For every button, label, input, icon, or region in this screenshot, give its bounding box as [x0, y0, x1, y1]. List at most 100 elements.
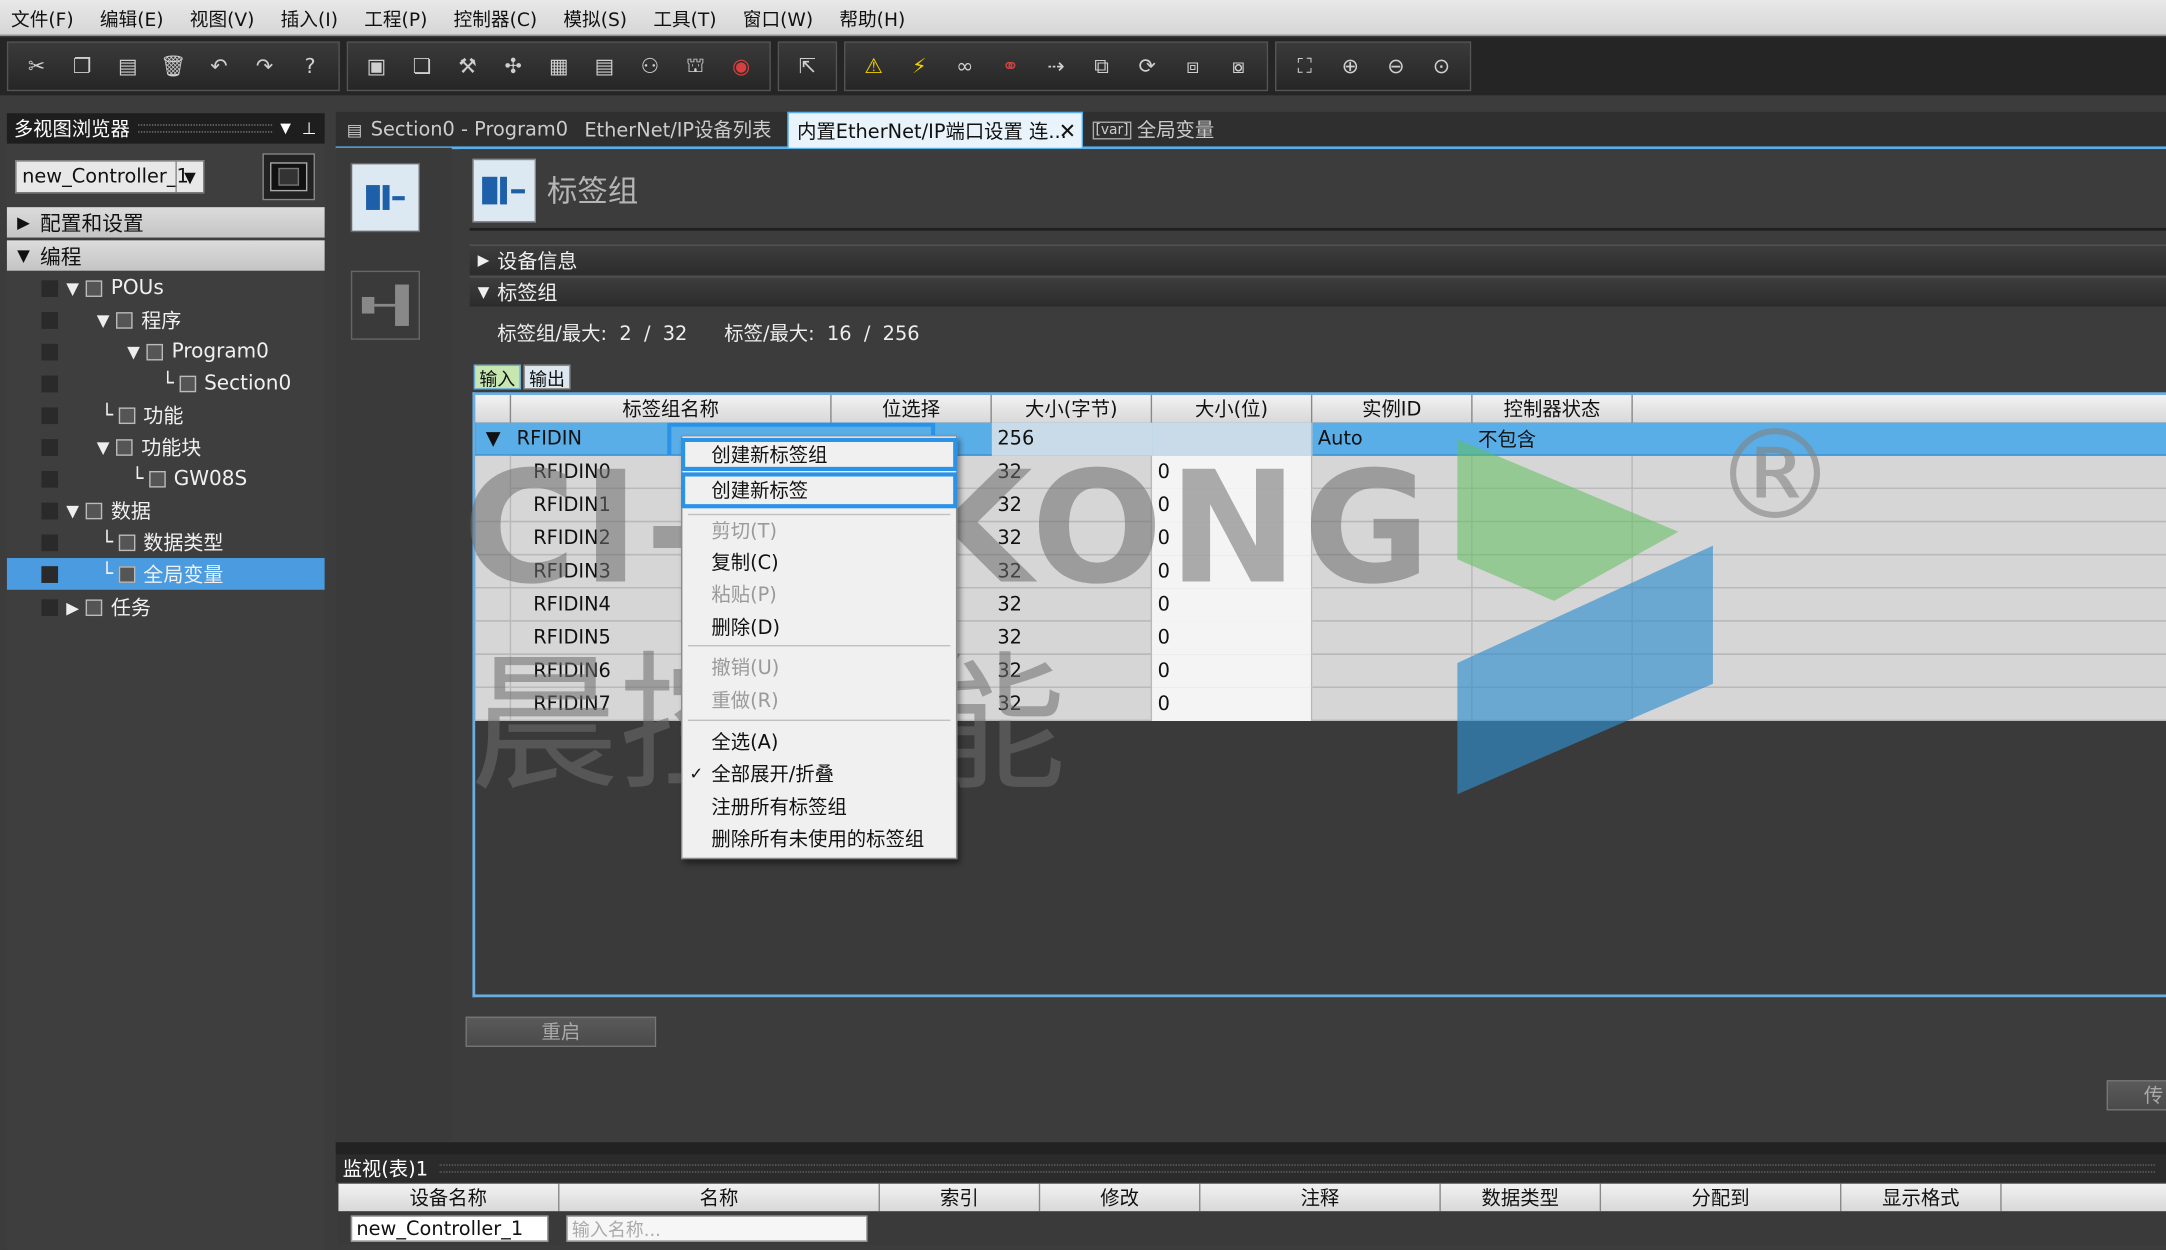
- header-size-bytes[interactable]: 大小(字节): [992, 395, 1153, 423]
- tag-bytes-cell[interactable]: 32: [992, 555, 1153, 589]
- menu-file[interactable]: 文件(F): [11, 3, 74, 31]
- tree-item-programs[interactable]: ▼ 程序: [7, 304, 325, 336]
- transfer-button[interactable]: 传: [2106, 1080, 2166, 1111]
- connection-view-icon[interactable]: [350, 270, 420, 340]
- undo-icon[interactable]: ↶: [200, 48, 237, 85]
- menu-window[interactable]: 窗口(W): [743, 3, 813, 31]
- menu-copy[interactable]: 复制(C): [682, 546, 956, 578]
- header-instance-id[interactable]: 实例ID: [1312, 395, 1473, 423]
- collapse-icon[interactable]: ▼: [66, 278, 79, 297]
- tab-section0[interactable]: ▤ Section0 - Program0: [338, 112, 573, 148]
- tab-output[interactable]: 输出: [523, 364, 571, 390]
- tag-bytes-cell[interactable]: 32: [992, 522, 1153, 556]
- collapse-icon[interactable]: ▼: [7, 246, 40, 265]
- menu-tools[interactable]: 工具(T): [653, 3, 716, 31]
- watch-header-assigned[interactable]: 分配到: [1601, 1183, 1842, 1212]
- controller-select[interactable]: new_Controller_1 ▼: [15, 160, 205, 194]
- dropdown-icon[interactable]: ▼: [280, 121, 291, 136]
- tag-bytes-cell[interactable]: 32: [992, 455, 1153, 489]
- zoom-100-icon[interactable]: ⊙: [1423, 48, 1460, 85]
- watch-header-name[interactable]: 名称: [559, 1183, 880, 1212]
- copy-icon[interactable]: ❐: [64, 48, 101, 85]
- menu-redo[interactable]: 重做(R): [682, 684, 956, 716]
- watch-header-device[interactable]: 设备名称: [338, 1183, 560, 1212]
- tag-bits-cell[interactable]: 0: [1152, 654, 1313, 688]
- redo-icon[interactable]: ↷: [246, 48, 283, 85]
- paste-icon[interactable]: ▤: [109, 48, 146, 85]
- header-controller-status[interactable]: 控制器状态: [1473, 395, 1633, 423]
- menu-cut[interactable]: 剪切(T): [682, 514, 956, 546]
- menu-undo[interactable]: 撤销(U): [682, 651, 956, 683]
- tab-ethernet-port-settings[interactable]: 内置EtherNet/IP端口设置 连... ✕: [787, 111, 1084, 148]
- menu-project[interactable]: 工程(P): [364, 3, 427, 31]
- header-bit-select[interactable]: 位选择: [832, 395, 992, 423]
- menu-edit[interactable]: 编辑(E): [100, 3, 164, 31]
- refresh-icon[interactable]: ⟳: [1129, 48, 1166, 85]
- tree-item-global-vars[interactable]: └ 全局变量: [6, 558, 325, 590]
- transfer-icon[interactable]: ⇢: [1037, 48, 1074, 85]
- tag-bits-cell[interactable]: 0: [1152, 488, 1313, 523]
- unlink-icon[interactable]: ⚭: [992, 48, 1029, 85]
- window-icon[interactable]: ❏: [403, 48, 440, 85]
- delete-icon[interactable]: 🗑: [155, 48, 192, 85]
- close-icon[interactable]: ✕: [1059, 118, 1076, 143]
- tree-item-function-blocks[interactable]: ▼ 功能块: [7, 431, 325, 463]
- compare-icon[interactable]: ⧈: [1174, 48, 1211, 85]
- collapse-icon[interactable]: ▼: [127, 342, 140, 361]
- tag-bits-cell[interactable]: 0: [1152, 522, 1313, 556]
- warning-icon[interactable]: ⚠: [855, 48, 892, 85]
- expand-icon[interactable]: ▶: [470, 251, 498, 269]
- menu-view[interactable]: 视图(V): [190, 3, 255, 31]
- tree-item-data-types[interactable]: └ 数据类型: [7, 526, 325, 558]
- tree-item-program0[interactable]: ▼ Program0: [7, 336, 325, 368]
- tree-item-pous[interactable]: ▼ POUs: [7, 272, 325, 304]
- collapse-icon[interactable]: ▼: [97, 310, 110, 329]
- tag-bytes-cell[interactable]: 32: [992, 588, 1153, 622]
- menu-register-all[interactable]: 注册所有标签组: [682, 790, 956, 822]
- watch-header-format[interactable]: 显示格式: [1841, 1183, 2002, 1212]
- menu-help[interactable]: 帮助(H): [839, 3, 905, 31]
- tag-bytes-cell[interactable]: 32: [992, 621, 1153, 655]
- tag-bits-cell[interactable]: 0: [1152, 555, 1313, 589]
- stack-icon[interactable]: ⧉: [1083, 48, 1120, 85]
- restart-button[interactable]: 重启: [465, 1016, 657, 1047]
- tree-item-functions[interactable]: └ 功能: [7, 399, 325, 431]
- menu-select-all[interactable]: 全选(A): [682, 725, 956, 757]
- menu-simulation[interactable]: 模拟(S): [563, 3, 627, 31]
- header-group-name[interactable]: 标签组名称: [511, 395, 832, 423]
- tag-bits-cell[interactable]: 0: [1152, 621, 1313, 655]
- tree-item-tasks[interactable]: ▶ 任务: [7, 591, 325, 623]
- header-size-bits[interactable]: 大小(位): [1152, 395, 1313, 423]
- menu-delete-unused[interactable]: 删除所有未使用的标签组: [682, 822, 956, 854]
- watch-header-comment[interactable]: 注释: [1200, 1183, 1441, 1212]
- menu-expand-collapse-all[interactable]: ✓ 全部展开/折叠: [682, 757, 956, 789]
- menu-create-tag-group[interactable]: 创建新标签组: [681, 437, 958, 471]
- tag-bits-cell[interactable]: 0: [1152, 687, 1313, 721]
- merge-icon[interactable]: ⧇: [1220, 48, 1257, 85]
- menu-delete[interactable]: 删除(D): [682, 610, 956, 642]
- section-tag-group[interactable]: ▼ 标签组: [469, 276, 2166, 307]
- tag-group-view-icon[interactable]: [350, 162, 420, 233]
- binoculars-icon[interactable]: ⛫: [677, 48, 714, 85]
- tree-item-data[interactable]: ▼ 数据: [7, 494, 325, 526]
- network-icon[interactable]: ✣: [495, 48, 532, 85]
- cut-icon[interactable]: ✂: [18, 48, 55, 85]
- fit-icon[interactable]: ⛶: [1286, 48, 1323, 85]
- expand-icon[interactable]: ▶: [7, 213, 40, 232]
- tree-item-gw08s[interactable]: └ GW08S: [7, 463, 325, 495]
- watch-header-data-type[interactable]: 数据类型: [1441, 1183, 1602, 1212]
- collapse-icon[interactable]: ▼: [97, 437, 110, 456]
- tag-bits-cell[interactable]: 0: [1152, 588, 1313, 622]
- watch-header-index[interactable]: 索引: [880, 1183, 1041, 1212]
- group-instance-cell[interactable]: Auto: [1312, 423, 1472, 456]
- drag-grip[interactable]: [138, 124, 272, 133]
- section-device-info[interactable]: ▶ 设备信息: [469, 244, 2166, 275]
- tag-bits-cell[interactable]: 0: [1152, 455, 1313, 489]
- pin-icon[interactable]: ⊥: [302, 119, 316, 138]
- menu-create-tag[interactable]: 创建新标签: [681, 472, 958, 509]
- tag-bytes-cell[interactable]: 32: [992, 687, 1153, 721]
- menu-insert[interactable]: 插入(I): [281, 3, 338, 31]
- collapse-icon[interactable]: ▼: [475, 423, 511, 456]
- collapse-icon[interactable]: ▼: [66, 501, 79, 520]
- zoom-in-icon[interactable]: ⊕: [1332, 48, 1369, 85]
